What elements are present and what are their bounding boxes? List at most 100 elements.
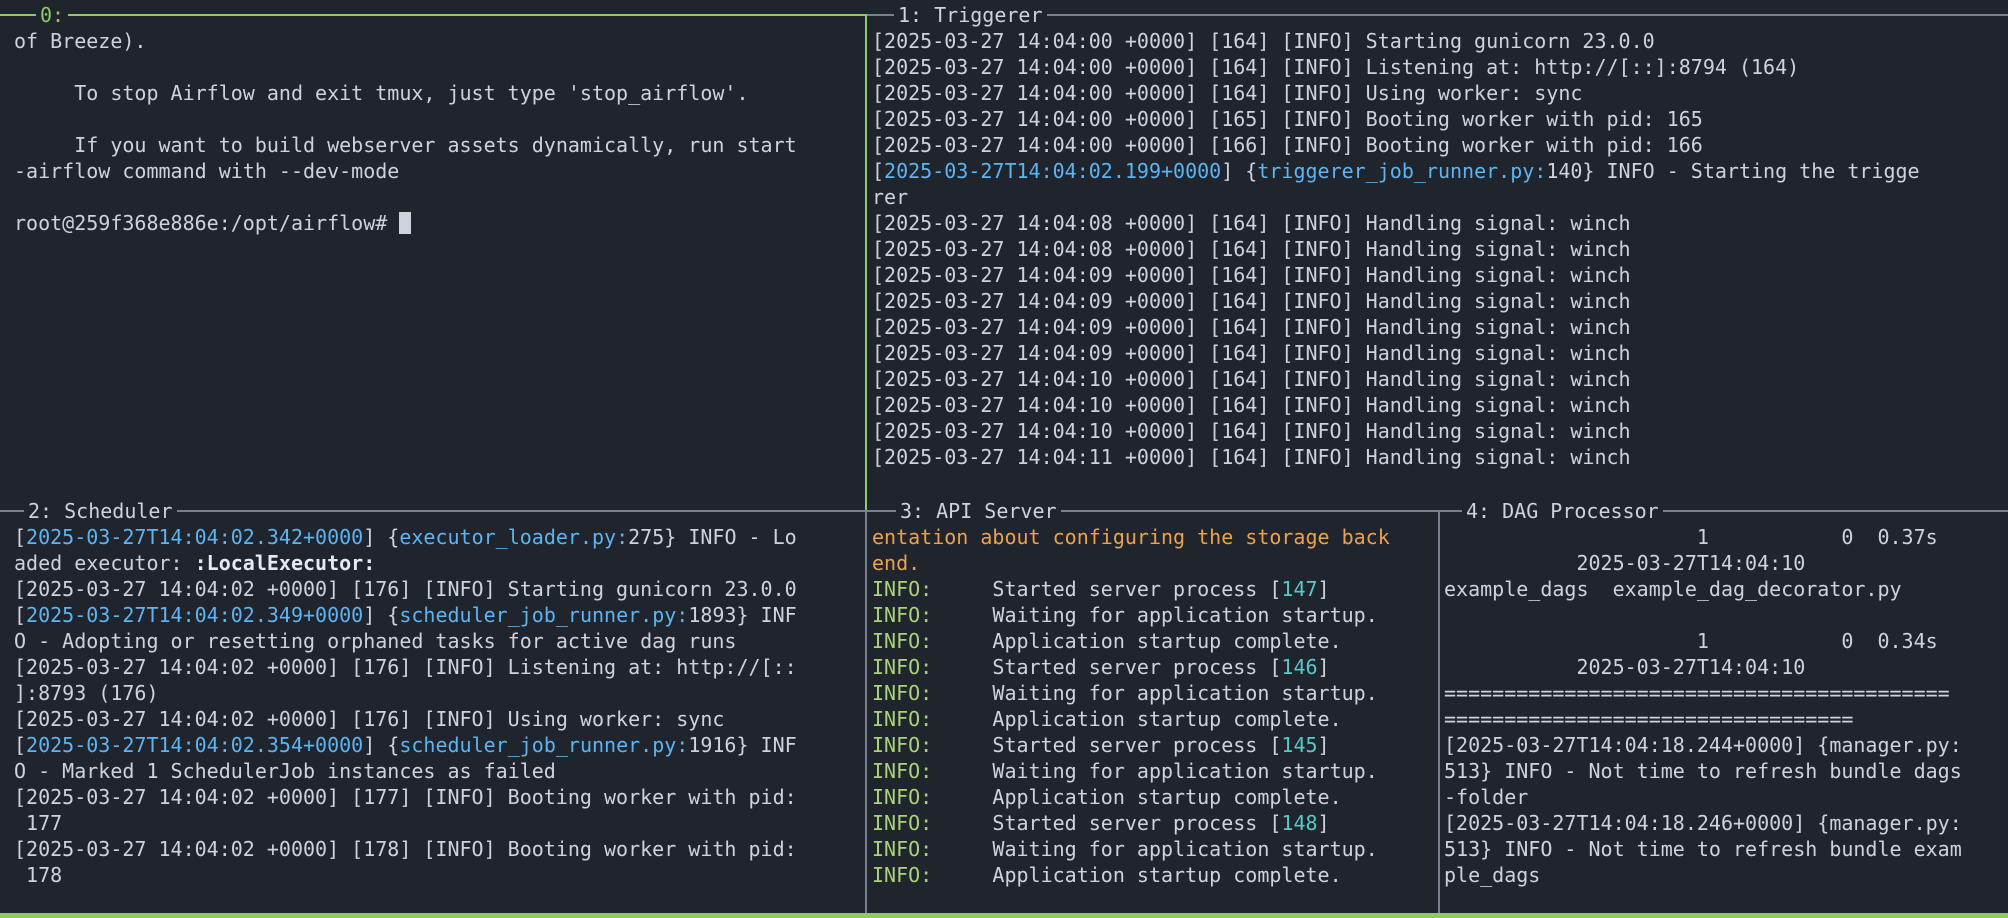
- log-line: 1 0 0.34s: [1444, 628, 2004, 654]
- pane-dag-processor[interactable]: 1 0 0.37s 2025-03-27T14:04:10 example_dag…: [1444, 524, 2004, 910]
- log-segment: rer: [872, 185, 909, 209]
- tmux-window: 0: 1: Triggerer 2: Scheduler 3: API Serv…: [0, 0, 2008, 918]
- log-line: [2025-03-27 14:04:00 +0000] [166] [INFO]…: [872, 132, 2002, 158]
- log-line: ========================================…: [1444, 680, 2004, 706]
- log-segment: 178: [14, 863, 63, 887]
- log-segment: INFO:: [872, 603, 933, 627]
- log-segment: INFO:: [872, 837, 933, 861]
- log-segment: 2025-03-27T14:04:02.342+0000: [26, 525, 364, 549]
- log-segment: INFO:: [872, 863, 933, 887]
- log-line: [2025-03-27T14:04:02.199+0000] {triggere…: [872, 158, 2002, 184]
- log-segment: ]: [1317, 811, 1330, 835]
- log-segment: To stop Airflow and exit tmux, just type…: [14, 81, 749, 105]
- log-line: O - Marked 1 SchedulerJob instances as f…: [14, 758, 860, 784]
- log-line: 178: [14, 862, 860, 888]
- log-line: INFO: Application startup complete.: [872, 706, 1434, 732]
- log-segment: -folder: [1444, 785, 1529, 809]
- pane-shell[interactable]: of Breeze). To stop Airflow and exit tmu…: [14, 28, 860, 506]
- log-segment: [2025-03-27 14:04:09 +0000] [164] [INFO]…: [872, 289, 1631, 313]
- log-segment: :LocalExecutor:: [194, 551, 376, 575]
- log-segment: example_dags example_dag_decorator.py: [1444, 577, 1902, 601]
- log-line: [2025-03-27T14:04:02.342+0000] {executor…: [14, 524, 860, 550]
- log-segment: of Breeze).: [14, 29, 147, 53]
- log-segment: scheduler_job_runner.py:: [399, 733, 689, 757]
- terminal-cursor: [399, 212, 412, 234]
- pane-scheduler[interactable]: [2025-03-27T14:04:02.342+0000] {executor…: [14, 524, 860, 910]
- pane-triggerer[interactable]: [2025-03-27 14:04:00 +0000] [164] [INFO]…: [872, 28, 2002, 506]
- log-segment: [2025-03-27 14:04:00 +0000] [164] [INFO]…: [872, 55, 1800, 79]
- log-line: ]:8793 (176): [14, 680, 860, 706]
- log-line: [2025-03-27T14:04:18.246+0000] {manager.…: [1444, 810, 2004, 836]
- log-segment: [2025-03-27 14:04:10 +0000] [164] [INFO]…: [872, 419, 1631, 443]
- log-segment: INFO:: [872, 577, 933, 601]
- log-segment: ]: [1317, 655, 1330, 679]
- log-segment: Started server process [: [932, 733, 1282, 757]
- log-line: [2025-03-27 14:04:02 +0000] [176] [INFO]…: [14, 654, 860, 680]
- log-segment: scheduler_job_runner.py:: [399, 603, 689, 627]
- log-segment: O - Adopting or resetting orphaned tasks…: [14, 629, 737, 653]
- log-line: [2025-03-27 14:04:10 +0000] [164] [INFO]…: [872, 392, 2002, 418]
- log-segment: ==================================: [1444, 707, 1854, 731]
- log-segment: 146: [1281, 655, 1318, 679]
- log-line: 2025-03-27T14:04:10: [1444, 550, 2004, 576]
- log-line: example_dags example_dag_decorator.py: [1444, 576, 2004, 602]
- log-segment: [2025-03-27 14:04:02 +0000] [176] [INFO]…: [14, 577, 797, 601]
- log-line: ple_dags: [1444, 862, 2004, 888]
- log-line: [2025-03-27 14:04:02 +0000] [176] [INFO]…: [14, 706, 860, 732]
- log-segment: 2025-03-27T14:04:02.354+0000: [26, 733, 364, 757]
- pane-divider-vertical-bottom-left[interactable]: [865, 510, 867, 913]
- log-line: 1 0 0.37s: [1444, 524, 2004, 550]
- log-segment: [2025-03-27 14:04:08 +0000] [164] [INFO]…: [872, 237, 1631, 261]
- log-line: INFO: Started server process [145]: [872, 732, 1434, 758]
- log-line: [2025-03-27 14:04:08 +0000] [164] [INFO]…: [872, 236, 2002, 262]
- log-segment: Waiting for application startup.: [932, 759, 1378, 783]
- log-line: INFO: Started server process [146]: [872, 654, 1434, 680]
- log-segment: Application startup complete.: [932, 785, 1342, 809]
- log-segment: 513} INFO - Not time to refresh bundle e…: [1444, 837, 1962, 861]
- log-segment: [: [14, 733, 27, 757]
- log-segment: INFO:: [872, 811, 933, 835]
- pane-divider-vertical-top[interactable]: [865, 14, 867, 511]
- log-segment: executor_loader.py:: [399, 525, 629, 549]
- pane-api-server[interactable]: entation about configuring the storage b…: [872, 524, 1434, 910]
- log-segment: ========================================…: [1444, 681, 1950, 705]
- log-line: INFO: Started server process [148]: [872, 810, 1434, 836]
- log-segment: INFO:: [872, 681, 933, 705]
- log-line: INFO: Waiting for application startup.: [872, 680, 1434, 706]
- log-segment: INFO:: [872, 759, 933, 783]
- log-segment: INFO:: [872, 785, 933, 809]
- log-line: [2025-03-27 14:04:09 +0000] [164] [INFO]…: [872, 340, 2002, 366]
- log-segment: Application startup complete.: [932, 707, 1342, 731]
- log-segment: [: [872, 159, 885, 183]
- log-line: aded executor: :LocalExecutor:: [14, 550, 860, 576]
- log-line: To stop Airflow and exit tmux, just type…: [14, 80, 860, 106]
- log-segment: aded executor:: [14, 551, 195, 575]
- log-segment: [2025-03-27 14:04:08 +0000] [164] [INFO]…: [872, 211, 1631, 235]
- log-segment: Waiting for application startup.: [932, 681, 1378, 705]
- log-segment: [2025-03-27 14:04:09 +0000] [164] [INFO]…: [872, 315, 1631, 339]
- log-segment: 275} INFO - Lo: [628, 525, 797, 549]
- log-segment: 145: [1281, 733, 1318, 757]
- log-line: 513} INFO - Not time to refresh bundle e…: [1444, 836, 2004, 862]
- log-line: INFO: Started server process [147]: [872, 576, 1434, 602]
- log-segment: [2025-03-27 14:04:02 +0000] [176] [INFO]…: [14, 655, 797, 679]
- log-segment: [2025-03-27 14:04:02 +0000] [176] [INFO]…: [14, 707, 725, 731]
- log-segment: [2025-03-27 14:04:09 +0000] [164] [INFO]…: [872, 341, 1631, 365]
- log-segment: Waiting for application startup.: [932, 603, 1378, 627]
- log-line: [2025-03-27 14:04:02 +0000] [177] [INFO]…: [14, 784, 860, 810]
- log-segment: [2025-03-27T14:04:18.244+0000] {manager.…: [1444, 733, 1962, 757]
- log-segment: 177: [14, 811, 63, 835]
- log-line: INFO: Waiting for application startup.: [872, 602, 1434, 628]
- log-segment: INFO:: [872, 629, 933, 653]
- log-line: If you want to build webserver assets dy…: [14, 132, 860, 158]
- log-line: ==================================: [1444, 706, 2004, 732]
- log-segment: 148: [1281, 811, 1318, 835]
- pane-divider-vertical-bottom-right[interactable]: [1438, 510, 1440, 913]
- log-segment: Waiting for application startup.: [932, 837, 1378, 861]
- log-segment: [2025-03-27 14:04:00 +0000] [164] [INFO]…: [872, 29, 1655, 53]
- log-segment: entation about configuring the storage b…: [872, 525, 1390, 549]
- log-line: [2025-03-27T14:04:02.354+0000] {schedule…: [14, 732, 860, 758]
